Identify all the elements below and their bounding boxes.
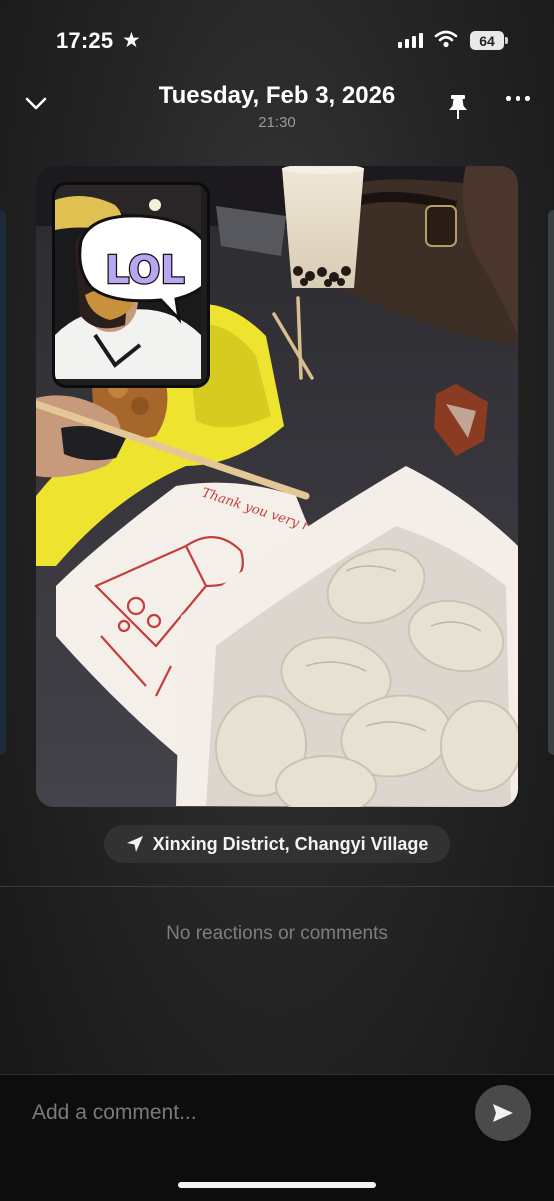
sticker-text: LOL [105,248,184,292]
comment-input[interactable] [32,1096,452,1130]
battery-level: 64 [479,32,495,49]
battery-tip [505,37,508,44]
next-photo-peek[interactable] [548,210,554,755]
location-label: Xinxing District, Changyi Village [152,833,429,854]
more-icon[interactable] [506,96,530,101]
header-date: Tuesday, Feb 3, 2026 [158,82,396,109]
header-time: 21:30 [258,114,296,131]
location-arrow-icon [126,836,143,852]
wifi-icon [434,30,458,53]
status-time: 17:25 [56,28,114,53]
pin-icon[interactable] [447,93,469,126]
location-pill[interactable]: Xinxing District, Changyi Village [104,825,450,863]
battery-indicator: 64 [470,31,504,50]
selfie-inset[interactable]: LOL [52,182,210,388]
reactions-empty-text: No reactions or comments [166,923,388,944]
send-icon [493,1104,513,1122]
home-indicator[interactable] [178,1182,376,1188]
send-button[interactable] [475,1085,531,1141]
section-divider [0,886,554,887]
star-icon: ★ [122,29,141,52]
signal-icon [398,32,423,48]
previous-photo-peek[interactable] [0,210,6,755]
